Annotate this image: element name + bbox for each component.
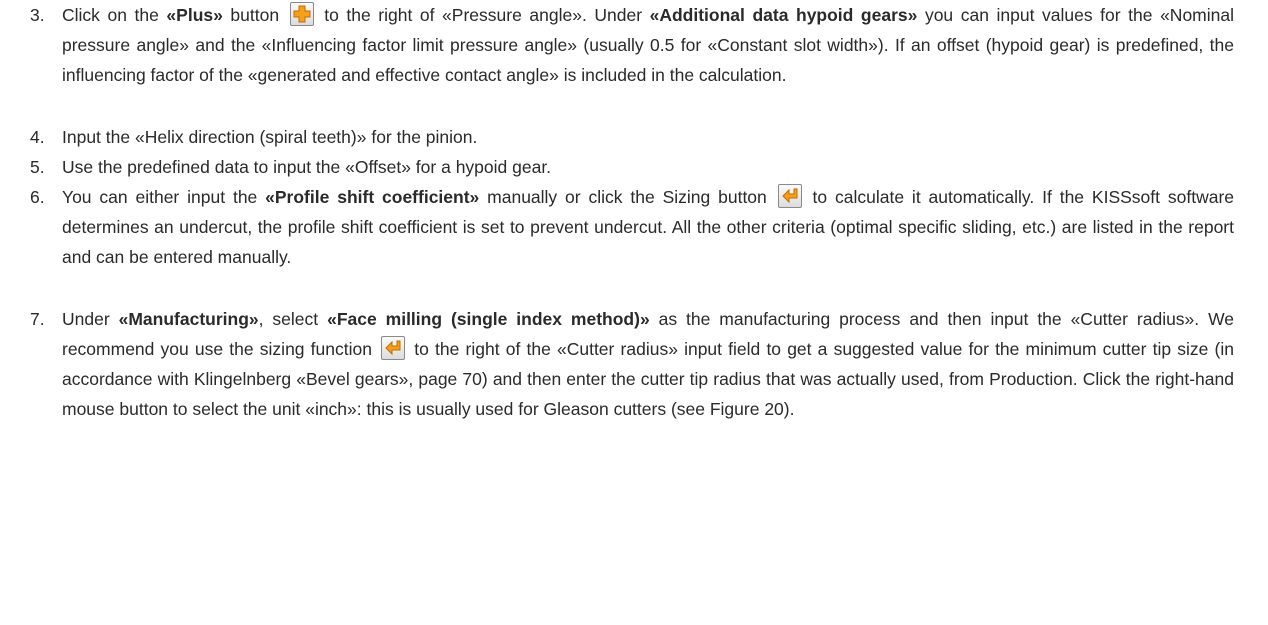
text-run: , select — [258, 309, 328, 329]
step-number: 3. — [30, 5, 45, 25]
text-run: You can either input the — [62, 187, 266, 207]
step-text: Under «Manufacturing», select «Face mill… — [62, 304, 1234, 424]
bold-term: «Manufacturing» — [118, 309, 259, 329]
text-run: button — [222, 5, 287, 25]
bold-term: «Plus» — [166, 5, 223, 25]
text-run: Under — [62, 309, 119, 329]
text-run: Use the predefined data to input the «Of… — [62, 157, 552, 177]
plus-icon — [289, 2, 314, 26]
bold-term: «Additional data hypoid gears» — [649, 5, 918, 25]
text-run: to the right of «Pressure angle». Under — [316, 5, 650, 25]
step-text: Use the predefined data to input the «Of… — [62, 152, 1234, 182]
step-number: 4. — [30, 127, 45, 147]
step-text: Click on the «Plus» button to the right … — [62, 0, 1234, 90]
bold-term: «Face milling (single index method)» — [327, 309, 650, 329]
sizing-arrow-icon — [777, 184, 802, 208]
text-run: Input the «Helix direction (spiral teeth… — [62, 127, 478, 147]
step-number: 5. — [30, 157, 45, 177]
step-text: You can either input the «Profile shift … — [62, 182, 1234, 272]
step-text: Input the «Helix direction (spiral teeth… — [62, 122, 1234, 152]
text-run: Click on the — [62, 5, 167, 25]
step-number: 6. — [30, 187, 45, 207]
bold-term: «Profile shift coefficient» — [265, 187, 480, 207]
step-number: 7. — [30, 309, 45, 329]
sizing-arrow-icon — [381, 336, 406, 360]
text-run: manually or click the Sizing button — [479, 187, 775, 207]
